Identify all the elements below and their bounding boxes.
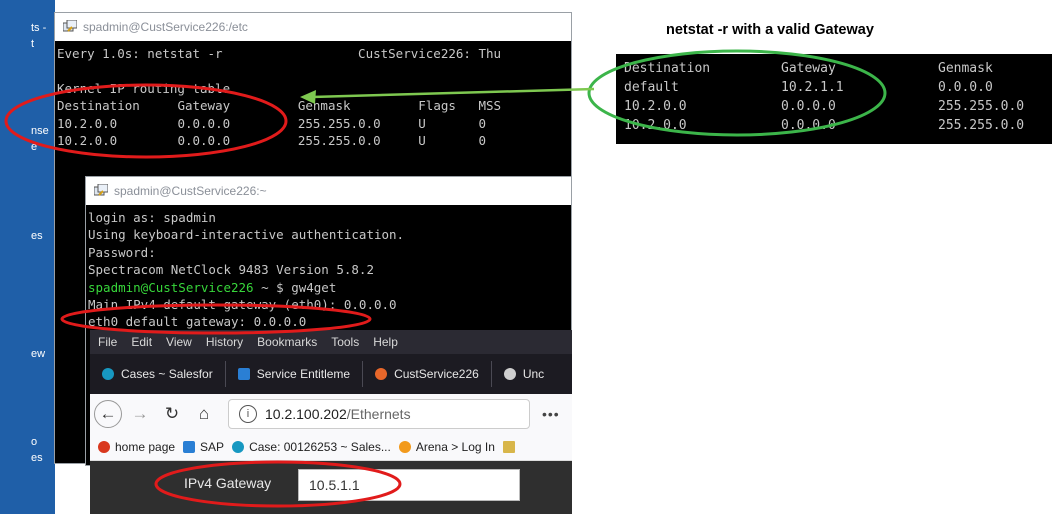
- terminal-line-eth0: eth0 default gateway: 0.0.0.0: [88, 314, 307, 330]
- terminal-output: Every 1.0s: netstat -r CustService226: T…: [55, 41, 571, 149]
- bookmark-home-page[interactable]: home page: [98, 440, 175, 454]
- col-genmask: Genmask: [938, 61, 993, 76]
- route-row: 10.2.0.0 0.0.0.0 255.255.0.0 U 0: [57, 133, 487, 149]
- ipv4-gateway-input[interactable]: 10.5.1.1: [298, 469, 520, 501]
- route-mask: 255.255.0.0: [938, 99, 1025, 114]
- route-dest: default: [624, 80, 679, 95]
- terminal-title: spadmin@CustService226:~: [114, 184, 267, 198]
- desktop-icon-label: nse: [31, 125, 49, 137]
- shell-command: ~ $ gw4get: [253, 279, 337, 295]
- desktop-icon-label: o: [31, 436, 38, 448]
- site-icon: [503, 368, 516, 380]
- watch-header-left: Every 1.0s: netstat -r: [57, 46, 223, 61]
- folder-icon[interactable]: [502, 441, 520, 453]
- tab-service-entitlement[interactable]: Service Entitleme: [226, 361, 364, 387]
- menu-bar: File Edit View History Bookmarks Tools Help: [90, 330, 572, 354]
- bookmark-sap[interactable]: SAP: [183, 440, 224, 454]
- salesforce-cloud-icon: [232, 441, 245, 453]
- route-gateway: 0.0.0.0: [781, 118, 836, 133]
- tab-unc[interactable]: Unc: [492, 361, 556, 387]
- tab-cases[interactable]: Cases ~ Salesfor: [90, 361, 226, 387]
- tab-strip: Cases ~ Salesfor Service Entitleme CustS…: [90, 354, 572, 394]
- route-gateway: 10.2.1.1: [781, 80, 844, 95]
- menu-history[interactable]: History: [206, 335, 243, 349]
- sap-icon: [237, 368, 250, 380]
- terminal-line: login as: spadmin: [88, 210, 216, 225]
- terminal-title: spadmin@CustService226:/etc: [83, 20, 248, 34]
- info-icon[interactable]: i: [239, 405, 257, 423]
- desktop-icon-label: es: [31, 452, 43, 464]
- sap-icon: [183, 441, 196, 453]
- menu-bookmarks[interactable]: Bookmarks: [257, 335, 317, 349]
- arena-icon: [398, 441, 411, 453]
- col-gateway: Gateway: [177, 98, 231, 114]
- desktop-icon-label: ts -: [31, 22, 47, 34]
- col-flags: Flags: [418, 98, 456, 114]
- terminal-line: Spectracom NetClock 9483 Version 5.8.2: [88, 262, 374, 278]
- tab-custservice226[interactable]: CustService226: [363, 361, 492, 387]
- site-icon: [375, 368, 388, 380]
- salesforce-cloud-icon: [102, 368, 114, 380]
- route-mask: 0.0.0.0: [938, 80, 993, 95]
- page-content: IPv4 Gateway 10.5.1.1: [90, 461, 572, 514]
- terminal-output: login as: spadmin Using keyboard-interac…: [86, 205, 571, 331]
- route-dest: 10.2.0.0: [624, 118, 687, 133]
- col-gateway: Gateway: [781, 61, 836, 76]
- route-row: 10.2.0.0 0.0.0.0 255.255.0.0 U 0: [57, 115, 487, 131]
- bookmark-arena[interactable]: Arena > Log In: [398, 440, 495, 454]
- routing-table-title: Kernel IP routing table: [57, 80, 231, 96]
- terminal-line: Using keyboard-interactive authenticatio…: [88, 227, 405, 243]
- route-gateway: 0.0.0.0: [781, 99, 836, 114]
- annotation-heading: netstat -r with a valid Gateway: [666, 22, 874, 38]
- watch-header-right: CustService226: Thu: [358, 46, 502, 61]
- back-arrow-icon[interactable]: ←: [94, 400, 122, 428]
- navigation-bar: ← → ↻ ⌂ i 10.2.100.202/Ethernets •••: [90, 394, 572, 434]
- putty-icon: [63, 20, 77, 32]
- putty-icon: [94, 184, 108, 196]
- desktop-background: [0, 0, 55, 514]
- col-genmask: Genmask: [297, 98, 351, 114]
- shell-prompt: spadmin@CustService226: [88, 279, 254, 295]
- address-bar[interactable]: i 10.2.100.202/Ethernets: [228, 399, 530, 429]
- route-dest: 10.2.0.0: [624, 99, 687, 114]
- ipv4-gateway-label: IPv4 Gateway: [184, 475, 272, 491]
- terminal-titlebar[interactable]: spadmin@CustService226:~: [86, 177, 571, 205]
- menu-view[interactable]: View: [166, 335, 192, 349]
- desktop-icon-label: e: [31, 141, 38, 153]
- desktop-icon-label: t: [31, 38, 35, 50]
- browser-window[interactable]: File Edit View History Bookmarks Tools Help Ca…: [90, 330, 572, 514]
- route-mask: 255.255.0.0: [938, 118, 1025, 133]
- home-icon[interactable]: ⌂: [190, 400, 218, 428]
- menu-help[interactable]: Help: [373, 335, 398, 349]
- col-destination: Destination: [57, 98, 140, 114]
- reload-icon[interactable]: ↻: [158, 400, 186, 428]
- netstat-valid-panel: Destination Gateway Genmask default 10.2…: [616, 54, 1052, 144]
- desktop-icon-label: es: [31, 230, 43, 242]
- bookmark-icon: [98, 441, 110, 453]
- desktop-icon-label: ew: [31, 348, 46, 360]
- page-actions-button[interactable]: •••: [542, 406, 560, 422]
- menu-file[interactable]: File: [98, 335, 117, 349]
- menu-edit[interactable]: Edit: [131, 335, 152, 349]
- url-path: /Ethernets: [346, 406, 411, 422]
- bookmarks-toolbar: home page SAP Case: 00126253 ~ Sales... …: [90, 434, 572, 461]
- bookmark-case[interactable]: Case: 00126253 ~ Sales...: [232, 440, 391, 454]
- terminal-titlebar[interactable]: spadmin@CustService226:/etc: [55, 13, 571, 41]
- forward-arrow-icon[interactable]: →: [126, 400, 154, 428]
- menu-tools[interactable]: Tools: [331, 335, 359, 349]
- col-mss: MSS: [478, 98, 502, 114]
- terminal-line: Main IPv4 default gateway (eth0): 0.0.0.…: [88, 297, 397, 313]
- col-destination: Destination: [624, 61, 711, 76]
- url-host: 10.2.100.202: [265, 406, 347, 422]
- terminal-line: Password:: [88, 244, 156, 260]
